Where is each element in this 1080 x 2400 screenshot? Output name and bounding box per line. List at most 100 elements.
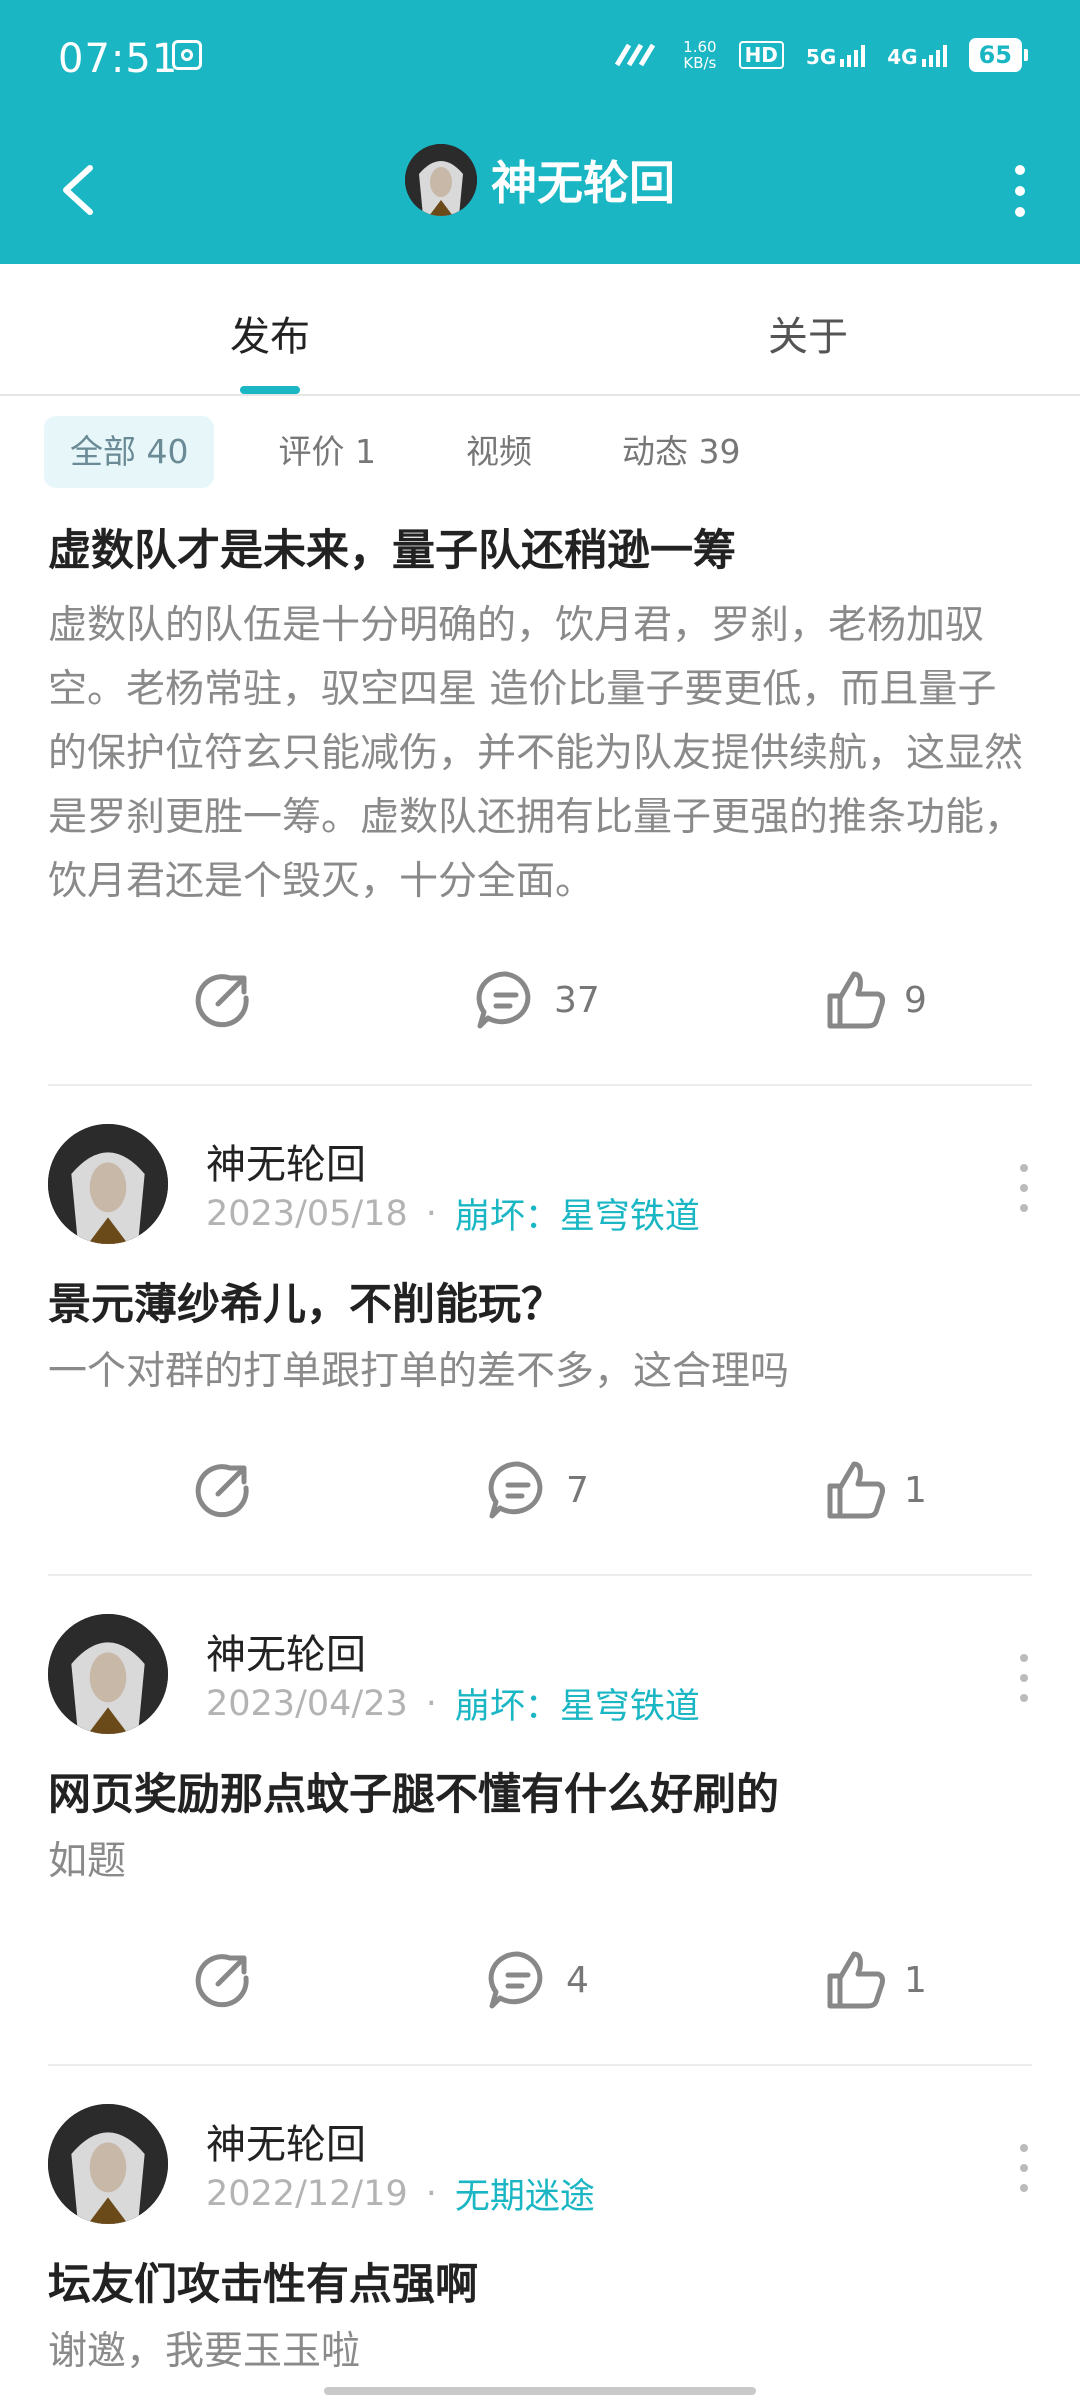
- like-button[interactable]: 1: [824, 1458, 927, 1522]
- post-card[interactable]: 神无轮回 2023/04/23 · 崩坏：星穹铁道 网页奖励那点蚊子腿不懂有什么…: [0, 1614, 1080, 2066]
- header-title-group: 神无轮回: [0, 144, 1080, 216]
- post-date: 2023/04/23: [206, 1683, 408, 1724]
- home-indicator[interactable]: [324, 2387, 756, 2395]
- share-icon: [195, 1954, 249, 2008]
- post-more-icon[interactable]: [1016, 1648, 1032, 1708]
- avatar-image: [48, 1614, 168, 1734]
- avatar-image: [48, 2104, 168, 2224]
- filter-videos[interactable]: 视频: [440, 416, 558, 488]
- post-date: 2023/05/18: [206, 1193, 408, 1234]
- like-button[interactable]: 1: [824, 1948, 927, 2012]
- profile-tabs: 发布 关于: [0, 264, 1080, 396]
- comment-icon: [488, 1461, 543, 1519]
- avatar[interactable]: [405, 144, 477, 216]
- game-tag[interactable]: 崩坏：星穹铁道: [455, 1678, 700, 1729]
- battery-icon: 65: [968, 38, 1029, 72]
- network-speed: 1.60 KB/s: [683, 39, 716, 71]
- tab-indicator: [240, 386, 300, 394]
- post-feed: 虚数队才是未来，量子队还稍逊一筹 虚数队的队伍是十分明确的，饮月君，罗刹，老杨加…: [0, 520, 1080, 2384]
- avatar-image: [48, 1124, 168, 1244]
- speed-unit: KB/s: [683, 54, 717, 72]
- game-tag[interactable]: 无期迷途: [455, 2168, 595, 2219]
- filter-reviews[interactable]: 评价 1: [252, 416, 402, 488]
- like-icon: [827, 1951, 885, 2009]
- like-icon: [827, 971, 885, 1029]
- status-time: 07:51: [58, 36, 179, 82]
- divider: [48, 1574, 1032, 1576]
- post-more-icon[interactable]: [1016, 2138, 1032, 2198]
- signal-4g: 4G: [887, 43, 947, 69]
- page-title: 神无轮回: [491, 156, 675, 210]
- post-title[interactable]: 虚数队才是未来，量子队还稍逊一筹: [48, 520, 1032, 582]
- post-title[interactable]: 网页奖励那点蚊子腿不懂有什么好刷的: [48, 1764, 1032, 1826]
- post-card[interactable]: 神无轮回 2023/05/18 · 崩坏：星穹铁道 景元薄纱希儿，不削能玩？ 一…: [0, 1124, 1080, 1576]
- like-count: 1: [904, 1469, 927, 1511]
- post-author: 神无轮回 2023/04/23 · 崩坏：星穹铁道: [0, 1614, 1080, 1764]
- avatar[interactable]: [48, 1614, 168, 1734]
- comment-button[interactable]: 4: [486, 1948, 589, 2012]
- filter-chips: 全部 40 评价 1 视频 动态 39: [44, 416, 804, 488]
- signal-5g: 5G: [805, 43, 866, 69]
- post-date: 2022/12/19: [206, 2173, 408, 2214]
- post-actions: 7 1: [0, 1404, 1080, 1574]
- post-card[interactable]: 虚数队才是未来，量子队还稍逊一筹 虚数队的队伍是十分明确的，饮月君，罗刹，老杨加…: [0, 520, 1080, 1086]
- status-bar: 07:51 1.60 KB/s HD 5G 4G 65: [0, 0, 1080, 120]
- tab-publish[interactable]: 发布: [230, 304, 310, 362]
- divider: [48, 2064, 1032, 2066]
- post-author: 神无轮回 2023/05/18 · 崩坏：星穹铁道: [0, 1124, 1080, 1274]
- filter-all[interactable]: 全部 40: [44, 416, 215, 488]
- tab-about[interactable]: 关于: [768, 304, 848, 362]
- post-body[interactable]: 一个对群的打单跟打单的差不多，这合理吗: [48, 1340, 1032, 1404]
- hd-badge: HD: [738, 41, 784, 69]
- comment-button[interactable]: 37: [474, 968, 600, 1032]
- comment-icon: [488, 1951, 543, 2009]
- post-actions: 4 1: [0, 1894, 1080, 2064]
- status-icons: 1.60 KB/s HD 5G 4G 65: [615, 38, 1029, 72]
- post-actions: 37 9: [0, 914, 1080, 1084]
- comment-count: 4: [566, 1959, 589, 2001]
- comment-button[interactable]: 7: [486, 1458, 589, 1522]
- meta-separator: ·: [425, 2173, 437, 2214]
- post-meta: 2023/05/18 · 崩坏：星穹铁道: [206, 1188, 700, 1239]
- post-author: 神无轮回 2022/12/19 · 无期迷途: [0, 2104, 1080, 2254]
- like-icon: [827, 1461, 885, 1519]
- signal-bars-icon: [840, 43, 866, 67]
- signal-5g-label: 5G: [805, 45, 837, 69]
- speed-value: 1.60: [683, 38, 717, 56]
- signal-4g-label: 4G: [887, 45, 918, 69]
- app-header: 神无轮回: [0, 120, 1080, 264]
- post-body[interactable]: 虚数队的队伍是十分明确的，饮月君，罗刹，老杨加驭空。老杨常驻，驭空四星 造价比量…: [48, 594, 1032, 914]
- like-count: 1: [904, 1959, 927, 2001]
- author-name[interactable]: 神无轮回: [206, 2112, 366, 2170]
- comment-icon: [476, 971, 531, 1029]
- post-meta: 2022/12/19 · 无期迷途: [206, 2168, 595, 2219]
- share-button[interactable]: [190, 968, 254, 1032]
- author-name[interactable]: 神无轮回: [206, 1132, 366, 1190]
- comment-count: 37: [554, 979, 600, 1021]
- post-card[interactable]: 神无轮回 2022/12/19 · 无期迷途 坛友们攻击性有点强啊 谢邀，我要玉…: [0, 2104, 1080, 2384]
- share-icon: [195, 1464, 249, 1518]
- like-count: 9: [904, 979, 927, 1021]
- filter-moments[interactable]: 动态 39: [596, 416, 766, 488]
- share-button[interactable]: [190, 1458, 254, 1522]
- post-body[interactable]: 如题: [48, 1830, 1032, 1894]
- post-more-icon[interactable]: [1016, 1158, 1032, 1218]
- app-notification-icon: [172, 40, 202, 70]
- comment-count: 7: [566, 1469, 589, 1511]
- post-title[interactable]: 坛友们攻击性有点强啊: [48, 2254, 1032, 2316]
- meta-separator: ·: [425, 1683, 437, 1724]
- meta-separator: ·: [425, 1193, 437, 1234]
- signal-bars-icon: [921, 43, 947, 67]
- author-name[interactable]: 神无轮回: [206, 1622, 366, 1680]
- network-activity-icon: [615, 43, 656, 67]
- more-vertical-icon[interactable]: [1000, 156, 1040, 226]
- game-tag[interactable]: 崩坏：星穹铁道: [455, 1188, 700, 1239]
- avatar-image: [405, 144, 477, 216]
- like-button[interactable]: 9: [824, 968, 927, 1032]
- avatar[interactable]: [48, 1124, 168, 1244]
- post-title[interactable]: 景元薄纱希儿，不削能玩？: [48, 1274, 1032, 1336]
- avatar[interactable]: [48, 2104, 168, 2224]
- share-icon: [195, 974, 249, 1028]
- post-body[interactable]: 谢邀，我要玉玉啦: [48, 2320, 1032, 2384]
- share-button[interactable]: [190, 1948, 254, 2012]
